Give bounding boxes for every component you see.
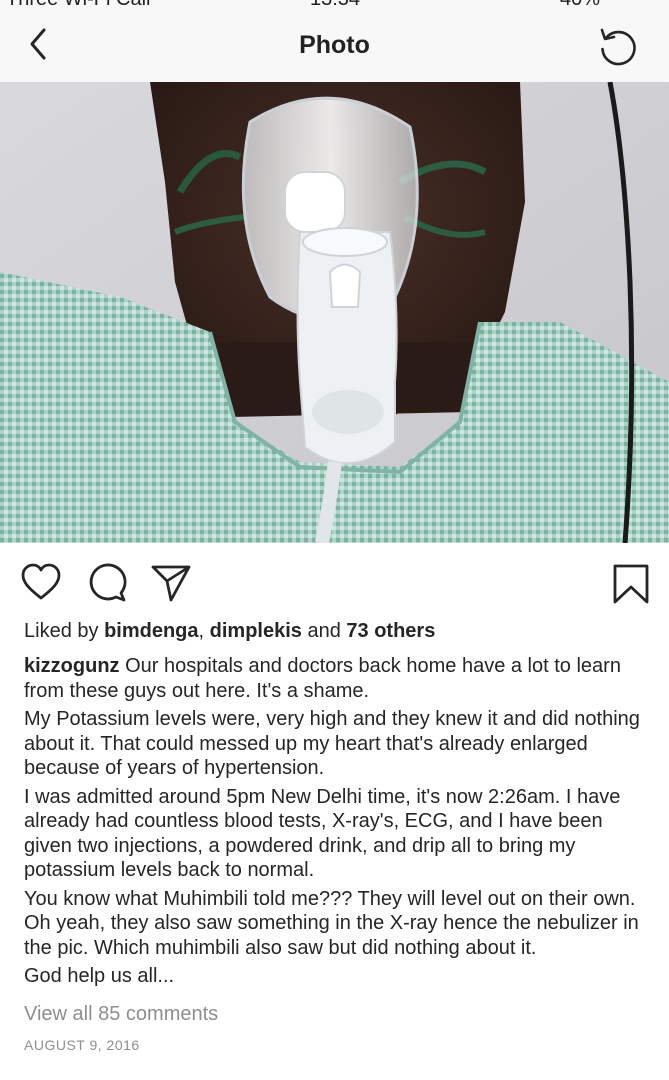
caption-paragraph: God help us all...	[24, 965, 175, 987]
top-navigation-bar: Three Wi-Fi Call 13:34 40% Photo	[0, 0, 669, 83]
comment-bubble-icon	[89, 563, 127, 602]
refresh-icon	[600, 28, 636, 66]
liker-username-link[interactable]: dimplekis	[210, 620, 302, 642]
caption-paragraph: I was admitted around 5pm New Delhi time…	[24, 785, 621, 882]
page-title: Photo	[299, 31, 370, 59]
caption-paragraph: You know what Muhimbili told me??? They …	[24, 887, 639, 959]
liker-username-link[interactable]: bimdenga	[104, 620, 198, 642]
battery-label: 40%	[560, 0, 600, 8]
like-button[interactable]	[20, 562, 62, 604]
save-button[interactable]	[610, 562, 652, 604]
bookmark-icon	[613, 564, 649, 604]
clock-label: 13:34	[310, 0, 360, 8]
refresh-button[interactable]	[597, 25, 639, 67]
paper-plane-icon	[151, 565, 191, 602]
post-text-area: Liked by bimdenga, dimplekis and 73 othe…	[24, 616, 649, 1053]
carrier-label: Three Wi-Fi Call	[6, 0, 150, 8]
likes-separator: ,	[198, 620, 210, 642]
post-caption: kizzogunz Our hospitals and doctors back…	[24, 654, 649, 989]
status-bar: Three Wi-Fi Call 13:34 40%	[0, 0, 669, 8]
post-photo[interactable]	[0, 82, 669, 543]
post-date: AUGUST 9, 2016	[24, 1036, 140, 1053]
likes-and: and	[301, 620, 347, 642]
caption-paragraph: kizzogunz Our hospitals and doctors back…	[24, 654, 649, 703]
likes-prefix: Liked by	[24, 620, 105, 642]
heart-icon	[21, 563, 61, 600]
likes-summary: Liked by bimdenga, dimplekis and 73 othe…	[24, 616, 649, 646]
likes-others-link[interactable]: 73 others	[346, 620, 435, 642]
view-all-comments-link[interactable]: View all 85 comments	[24, 1001, 649, 1027]
post-photo-image	[0, 82, 669, 543]
caption-paragraph: My Potassium levels were, very high and …	[24, 708, 640, 779]
post-action-bar	[0, 556, 669, 606]
share-button[interactable]	[150, 562, 192, 604]
caption-username-link[interactable]: kizzogunz	[24, 655, 120, 677]
comment-button[interactable]	[86, 562, 128, 604]
